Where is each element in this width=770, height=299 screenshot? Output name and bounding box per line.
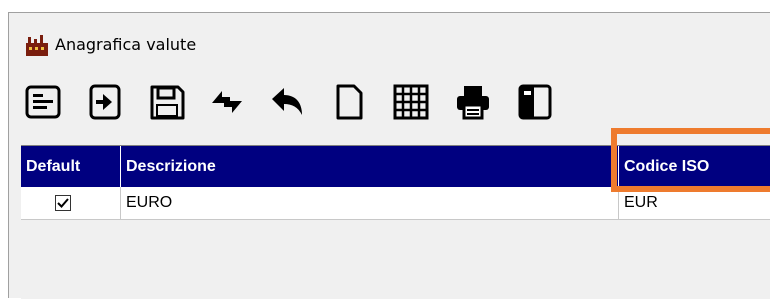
refresh-button[interactable] (205, 77, 249, 127)
list-form-button[interactable] (21, 77, 65, 127)
currency-registry-window: Anagrafica valute Default Descrizione Co… (8, 12, 770, 299)
codice-iso-cell[interactable]: EUR (619, 187, 770, 219)
undo-button[interactable] (265, 77, 309, 127)
save-button[interactable] (145, 77, 189, 127)
default-cell (21, 187, 121, 219)
refresh-icon (212, 91, 242, 113)
undo-icon (272, 88, 302, 115)
print-button[interactable] (451, 77, 495, 127)
column-header-descrizione[interactable]: Descrizione (121, 146, 619, 187)
factory-icon (25, 33, 49, 57)
table-row[interactable]: EURO EUR (21, 187, 770, 220)
checkmark-icon (57, 198, 69, 208)
column-header-default[interactable]: Default (21, 146, 121, 187)
panel-icon (518, 84, 552, 120)
currency-grid: Default Descrizione Codice ISO EURO EUR (21, 145, 770, 299)
new-document-button[interactable] (327, 77, 371, 127)
save-icon (150, 85, 185, 120)
descrizione-cell[interactable]: EURO (121, 187, 619, 219)
enter-button[interactable] (83, 77, 127, 127)
window-title: Anagrafica valute (55, 35, 197, 54)
grid-header: Default Descrizione Codice ISO (21, 146, 770, 187)
column-header-codice-iso[interactable]: Codice ISO (619, 146, 770, 187)
list-form-icon (25, 85, 61, 119)
new-document-icon (336, 84, 363, 120)
enter-icon (89, 84, 121, 120)
grid-button[interactable] (389, 77, 433, 127)
default-checkbox[interactable] (55, 195, 71, 211)
panel-button[interactable] (513, 77, 557, 127)
toolbar (9, 77, 770, 133)
grid-icon (393, 84, 429, 120)
title-bar: Anagrafica valute (9, 13, 770, 63)
print-icon (457, 86, 489, 120)
